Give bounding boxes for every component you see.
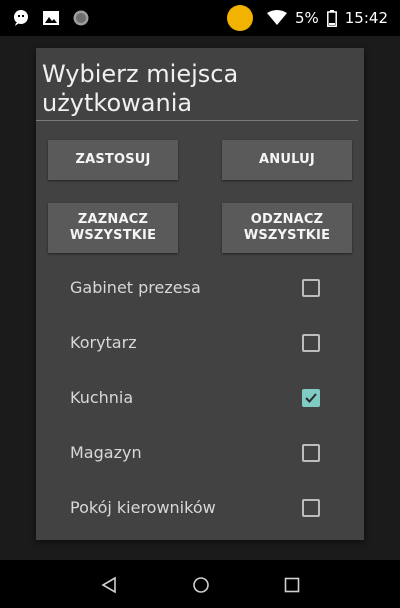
camera-indicator (226, 5, 253, 31)
checkbox[interactable] (302, 443, 320, 462)
back-icon[interactable] (100, 576, 118, 598)
select-all-button[interactable]: ZAZNACZ WSZYSTKIE (48, 203, 178, 253)
status-right-icons: 5% 15:42 (226, 5, 388, 31)
apply-button[interactable]: ZASTOSUJ (48, 140, 178, 180)
list-item-gabinet-prezesa[interactable]: Gabinet prezesa (36, 260, 364, 315)
locations-list: Gabinet prezesa Korytarz Kuchnia Magazyn… (36, 260, 364, 535)
checkbox[interactable] (302, 278, 320, 297)
list-item-magazyn[interactable]: Magazyn (36, 425, 364, 480)
sync-icon (72, 9, 90, 27)
list-item-label: Korytarz (70, 333, 137, 352)
list-item-korytarz[interactable]: Korytarz (36, 315, 364, 370)
status-bar: 5% 15:42 (0, 0, 400, 36)
battery-percent: 5% (294, 9, 319, 27)
checkbox-checked[interactable] (302, 388, 320, 407)
dialog-title: Wybierz miejsca użytkowania (42, 60, 239, 117)
wifi-icon (266, 10, 287, 26)
clock: 15:42 (344, 9, 388, 27)
message-icon (12, 9, 30, 27)
home-icon[interactable] (192, 576, 210, 598)
checkbox[interactable] (302, 333, 320, 352)
list-item-label: Magazyn (70, 443, 142, 462)
checkbox[interactable] (302, 498, 320, 517)
title-divider (36, 120, 358, 121)
list-item-label: Pokój kierowników (70, 498, 216, 517)
cancel-button[interactable]: ANULUJ (222, 140, 352, 180)
status-left-icons (12, 9, 90, 27)
checkmark-icon (305, 392, 317, 403)
list-item-kuchnia[interactable]: Kuchnia (36, 370, 364, 425)
recent-apps-icon[interactable] (284, 577, 300, 597)
select-locations-dialog: Wybierz miejsca użytkowania ZASTOSUJ ANU… (36, 48, 364, 540)
image-icon (42, 9, 60, 27)
navigation-bar (0, 560, 400, 608)
deselect-all-button[interactable]: ODZNACZ WSZYSTKIE (222, 203, 352, 253)
list-item-pokoj-kierownikow[interactable]: Pokój kierowników (36, 480, 364, 535)
list-item-label: Gabinet prezesa (70, 278, 201, 297)
battery-icon (326, 9, 337, 27)
list-item-label: Kuchnia (70, 388, 134, 407)
